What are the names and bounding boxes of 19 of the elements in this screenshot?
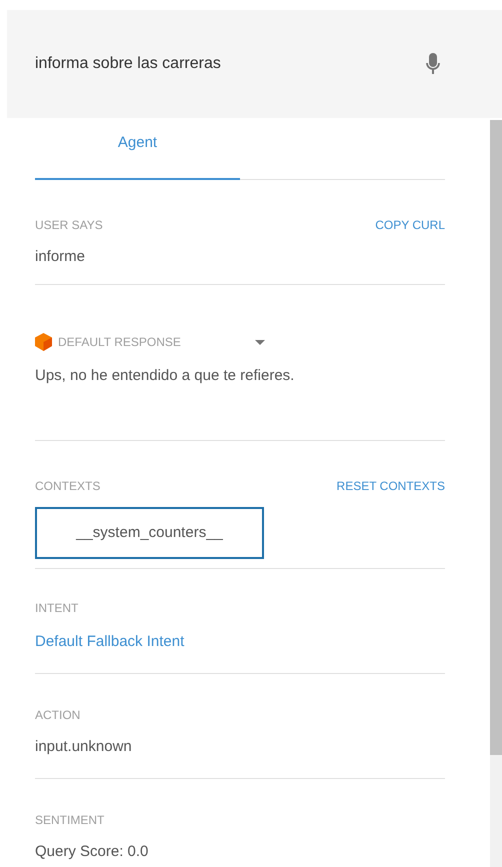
cube-icon (35, 333, 52, 351)
response-text: Ups, no he entendido a que te refieres. (35, 366, 296, 386)
microphone-icon[interactable] (426, 53, 440, 75)
action-value: input.unknown (35, 737, 133, 757)
intent-link[interactable]: Default Fallback Intent (35, 631, 184, 654)
context-chip[interactable]: __system_counters__ (35, 507, 264, 559)
sentiment-score: Query Score: 0.0 (35, 842, 150, 862)
section-label: SENTIMENT (35, 812, 106, 829)
section-label: CONTEXTS (35, 478, 100, 495)
reset-contexts-link[interactable]: RESET CONTEXTS (336, 477, 445, 495)
copy-curl-link[interactable]: COPY CURL (375, 216, 445, 234)
user-says-value: informe (35, 247, 86, 267)
query-field[interactable]: informa sobre las carreras (35, 52, 426, 76)
section-label: USER SAYS (35, 217, 103, 234)
section-label: DEFAULT RESPONSE (58, 334, 181, 351)
dropdown-caret-icon[interactable] (254, 340, 265, 344)
section-label: INTENT (35, 600, 80, 617)
section-label: ACTION (35, 707, 82, 724)
tab[interactable]: Agent (35, 118, 240, 180)
